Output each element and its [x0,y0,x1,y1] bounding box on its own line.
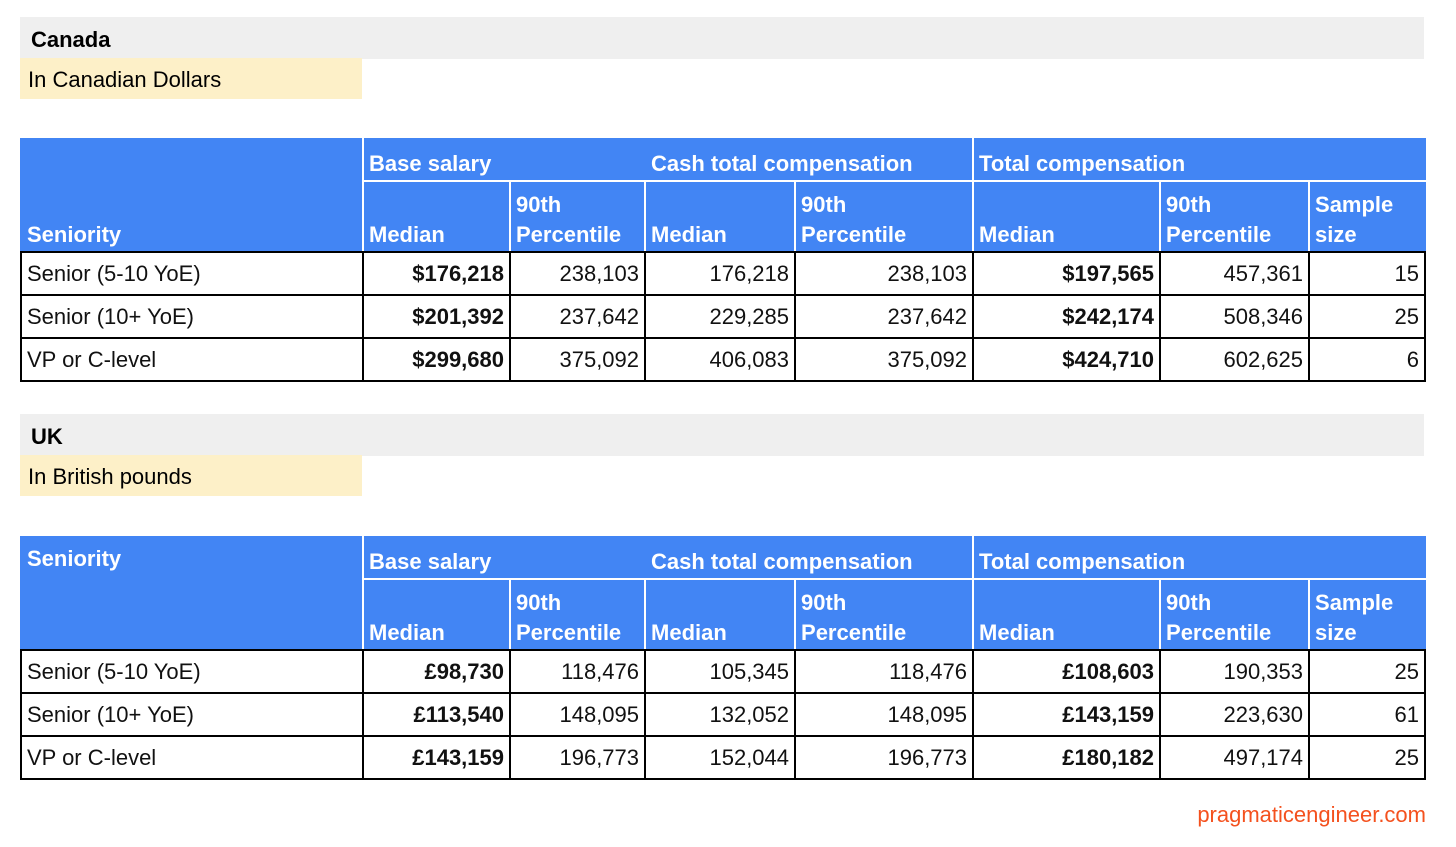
value-cell: 148,095 [795,693,973,736]
currency-note: In Canadian Dollars [20,58,362,99]
value-cell: 602,625 [1160,338,1309,381]
value-cell: 237,642 [795,295,973,338]
subheader-cell: Sample size [1309,579,1425,650]
seniority-cell: Senior (5-10 YoE) [21,650,363,693]
value-cell: 406,083 [645,338,795,381]
subheader-cell: 90th Percentile [510,579,645,650]
value-cell: £108,603 [973,650,1160,693]
subheader-cell: Median [973,181,1160,252]
value-cell: $299,680 [363,338,510,381]
value-cell: 148,095 [510,693,645,736]
seniority-cell: Senior (10+ YoE) [21,295,363,338]
value-cell: 105,345 [645,650,795,693]
value-cell: £143,159 [363,736,510,779]
value-cell: 375,092 [510,338,645,381]
table-row: Senior (10+ YoE)£113,540148,095132,05214… [21,693,1425,736]
seniority-header: Seniority [21,537,363,650]
value-cell: 196,773 [510,736,645,779]
currency-note: In British pounds [20,455,362,496]
seniority-cell: VP or C-level [21,338,363,381]
country-heading: UK [20,414,1424,456]
value-cell: 196,773 [795,736,973,779]
cash-total-header: Cash total compensation [645,537,973,579]
subheader-cell: Sample size [1309,181,1425,252]
header-row: SeniorityBase salaryCash total compensat… [21,139,1425,181]
value-cell: 375,092 [795,338,973,381]
value-cell: $176,218 [363,252,510,295]
table-row: Senior (10+ YoE)$201,392237,642229,28523… [21,295,1425,338]
value-cell: 237,642 [510,295,645,338]
subheader-cell: Median [363,181,510,252]
table-row: VP or C-level$299,680375,092406,083375,0… [21,338,1425,381]
total-comp-header: Total compensation [973,537,1425,579]
table-row: VP or C-level£143,159196,773152,044196,7… [21,736,1425,779]
subheader-cell: 90th Percentile [795,579,973,650]
header-row: SeniorityBase salaryCash total compensat… [21,537,1425,579]
base-salary-header: Base salary [363,537,645,579]
subheader-cell: Median [363,579,510,650]
value-cell: 176,218 [645,252,795,295]
subheader-cell: 90th Percentile [795,181,973,252]
value-cell: 238,103 [510,252,645,295]
table-row: Senior (5-10 YoE)£98,730118,476105,34511… [21,650,1425,693]
value-cell: 118,476 [795,650,973,693]
value-cell: £98,730 [363,650,510,693]
subheader-cell: Median [973,579,1160,650]
total-comp-header: Total compensation [973,139,1425,181]
seniority-cell: Senior (5-10 YoE) [21,252,363,295]
value-cell: 497,174 [1160,736,1309,779]
value-cell: $201,392 [363,295,510,338]
subheader-cell: 90th Percentile [1160,579,1309,650]
value-cell: 25 [1309,295,1425,338]
country-heading: Canada [20,17,1424,59]
seniority-header: Seniority [21,139,363,252]
cash-total-header: Cash total compensation [645,139,973,181]
value-cell: $197,565 [973,252,1160,295]
footer-watermark: pragmaticengineer.com [1197,802,1426,828]
subheader-cell: 90th Percentile [1160,181,1309,252]
value-cell: 25 [1309,650,1425,693]
value-cell: £113,540 [363,693,510,736]
value-cell: 6 [1309,338,1425,381]
value-cell: 457,361 [1160,252,1309,295]
value-cell: 15 [1309,252,1425,295]
value-cell: 25 [1309,736,1425,779]
value-cell: 229,285 [645,295,795,338]
value-cell: 61 [1309,693,1425,736]
subheader-cell: 90th Percentile [510,181,645,252]
seniority-cell: VP or C-level [21,736,363,779]
value-cell: $242,174 [973,295,1160,338]
salary-table: SeniorityBase salaryCash total compensat… [20,138,1426,382]
subheader-cell: Median [645,579,795,650]
value-cell: £180,182 [973,736,1160,779]
value-cell: 132,052 [645,693,795,736]
table-row: Senior (5-10 YoE)$176,218238,103176,2182… [21,252,1425,295]
subheader-cell: Median [645,181,795,252]
salary-table: SeniorityBase salaryCash total compensat… [20,536,1426,780]
value-cell: 223,630 [1160,693,1309,736]
value-cell: 190,353 [1160,650,1309,693]
base-salary-header: Base salary [363,139,645,181]
seniority-cell: Senior (10+ YoE) [21,693,363,736]
value-cell: 238,103 [795,252,973,295]
value-cell: 118,476 [510,650,645,693]
value-cell: $424,710 [973,338,1160,381]
value-cell: £143,159 [973,693,1160,736]
value-cell: 152,044 [645,736,795,779]
value-cell: 508,346 [1160,295,1309,338]
